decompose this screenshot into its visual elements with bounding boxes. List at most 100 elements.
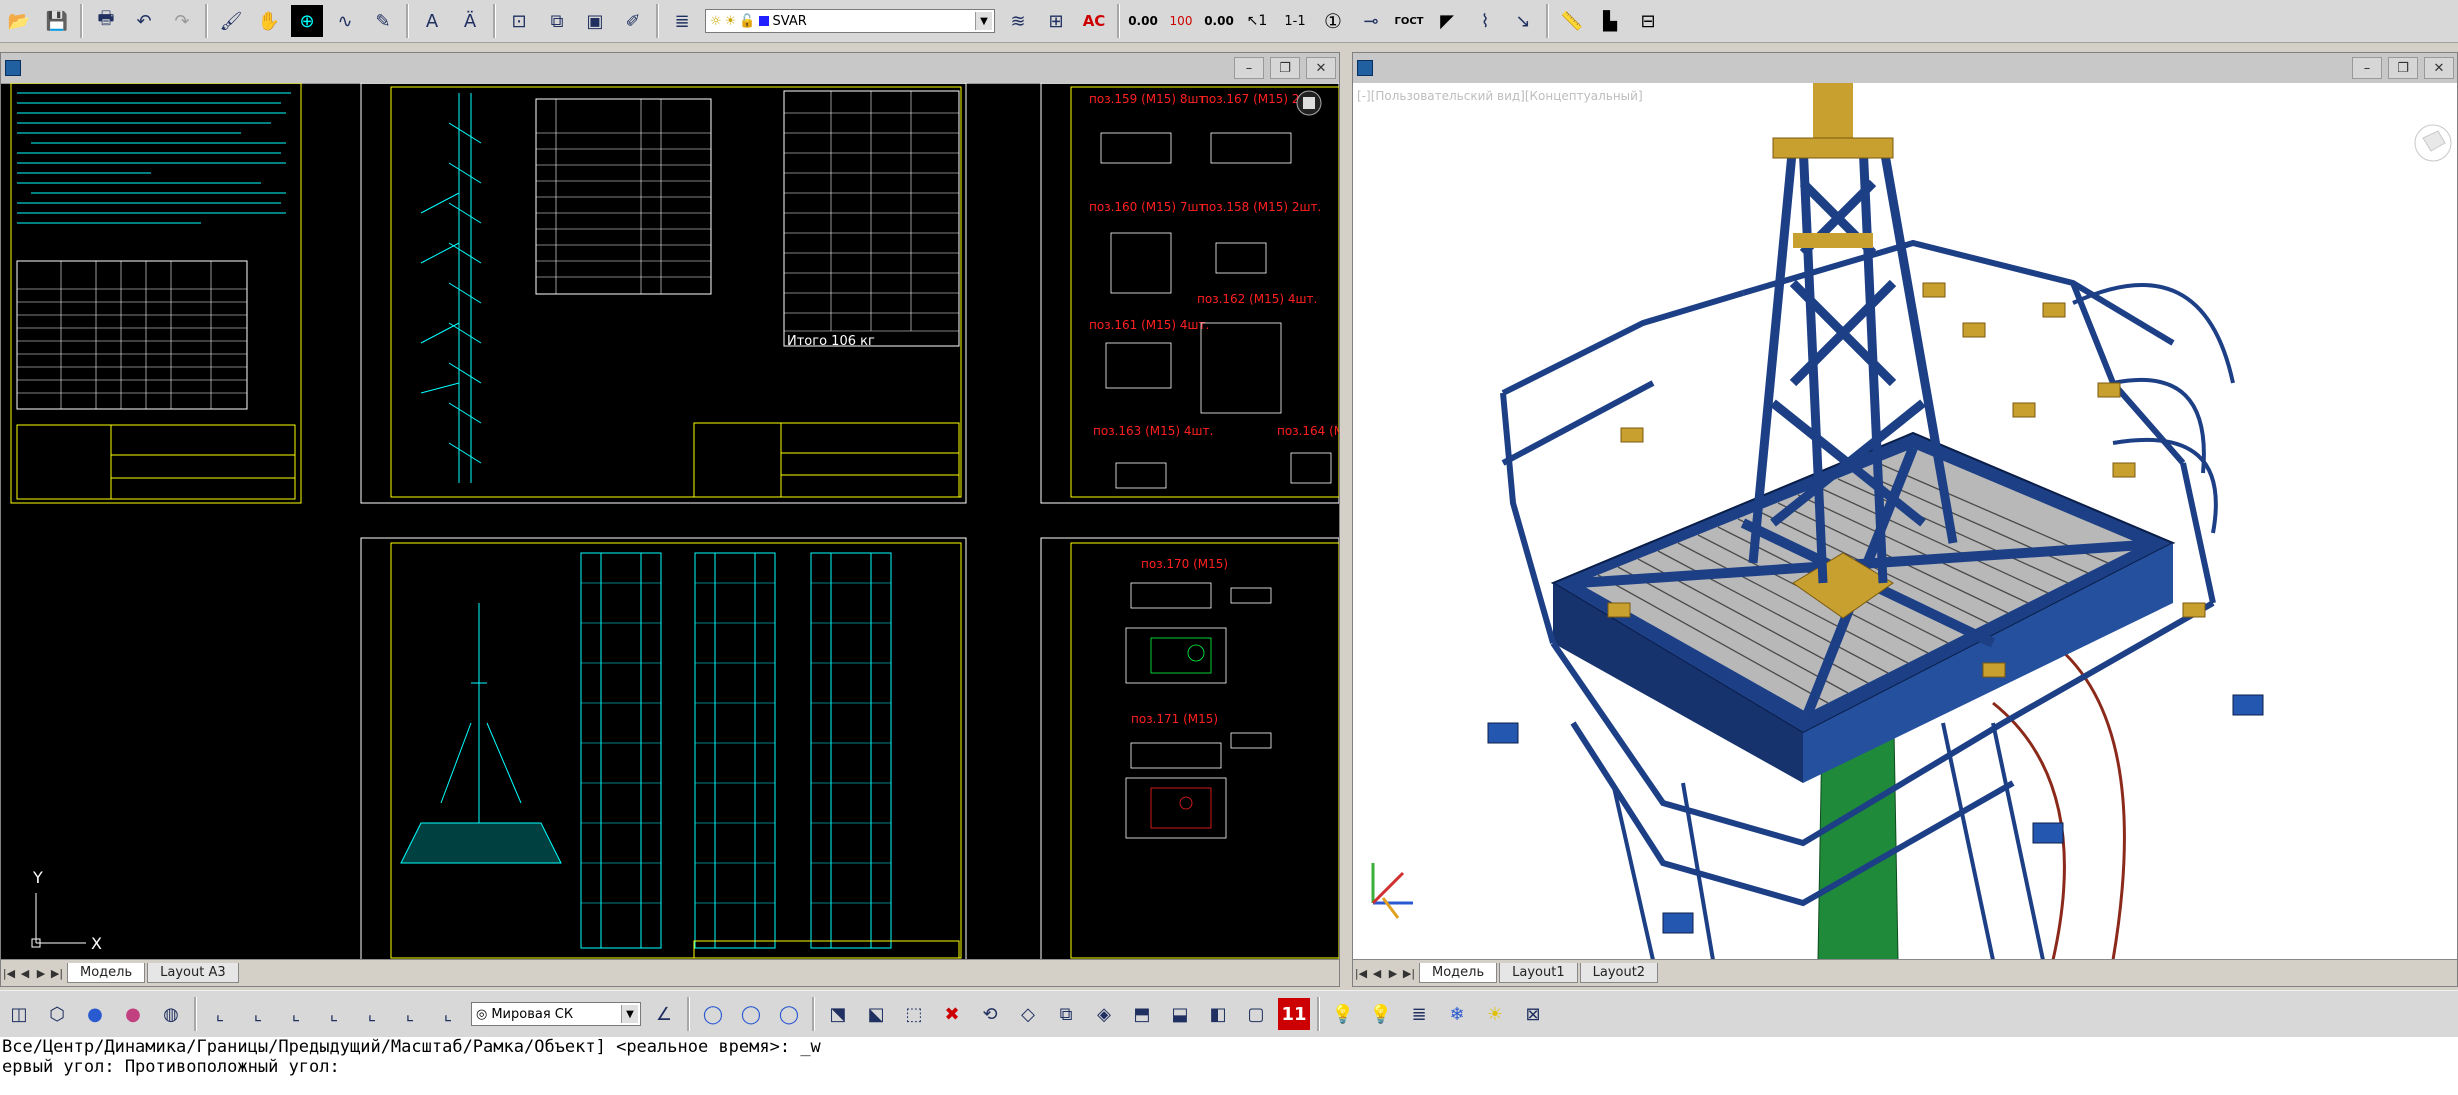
layer-isolate-icon[interactable]: ≣ bbox=[1403, 998, 1435, 1030]
table-icon[interactable]: ⊟ bbox=[1632, 5, 1664, 37]
viewport-controls-label[interactable]: [-][Пользовательский вид][Концептуальный… bbox=[1357, 89, 1643, 103]
delete-face-icon[interactable]: ✖ bbox=[936, 998, 968, 1030]
extrude-face-icon[interactable]: ⬔ bbox=[822, 998, 854, 1030]
close-button[interactable]: ✕ bbox=[1306, 57, 1336, 79]
edit-block-icon[interactable]: ✐ bbox=[617, 5, 649, 37]
match-properties-icon[interactable]: 🖌 bbox=[215, 5, 247, 37]
chevron-down-icon[interactable]: ▼ bbox=[975, 12, 992, 30]
pan-hand-icon[interactable]: ✋ bbox=[253, 5, 285, 37]
minimize-button[interactable]: – bbox=[2352, 57, 2382, 79]
intersect-icon[interactable]: ◯ bbox=[773, 998, 805, 1030]
pencil-icon[interactable]: ✎ bbox=[367, 5, 399, 37]
ucs-manager-icon[interactable]: ∠ bbox=[648, 998, 680, 1030]
dimension-value-icon[interactable]: 0.00 bbox=[1203, 5, 1235, 37]
ucs-origin-icon[interactable]: ⌞ bbox=[432, 998, 464, 1030]
save-icon[interactable]: 💾 bbox=[41, 5, 73, 37]
layer-match-icon[interactable]: ⊠ bbox=[1517, 998, 1549, 1030]
2d-wireframe-icon[interactable]: ◫ bbox=[3, 998, 35, 1030]
last-tab-icon[interactable]: ▶| bbox=[1401, 967, 1417, 980]
restore-button[interactable]: ❐ bbox=[2388, 57, 2418, 79]
layer-tools-icon[interactable]: ⊞ bbox=[1040, 5, 1072, 37]
gost-icon[interactable]: ГОСТ bbox=[1393, 5, 1425, 37]
shell-icon[interactable]: ▢ bbox=[1240, 998, 1272, 1030]
thaw-icon[interactable]: ☀ bbox=[1479, 998, 1511, 1030]
ucs-icon[interactable]: ⌞ bbox=[204, 998, 236, 1030]
subtract-icon[interactable]: ◯ bbox=[735, 998, 767, 1030]
check-icon[interactable]: 11 bbox=[1278, 998, 1310, 1030]
ucs-object-icon[interactable]: ⌞ bbox=[356, 998, 388, 1030]
layer-dropdown[interactable]: ☼ ☀ 🔓 SVAR ▼ bbox=[705, 9, 995, 33]
taper-face-icon[interactable]: ◇ bbox=[1012, 998, 1044, 1030]
lightbulb-on-icon[interactable]: 💡 bbox=[1365, 998, 1397, 1030]
move-face-icon[interactable]: ⬕ bbox=[860, 998, 892, 1030]
redo-icon[interactable]: ↷ bbox=[166, 5, 198, 37]
corner-icon[interactable]: ◤ bbox=[1431, 5, 1463, 37]
offset-face-icon[interactable]: ⬚ bbox=[898, 998, 930, 1030]
block-icon[interactable]: ⊡ bbox=[503, 5, 535, 37]
command-line[interactable]: Все/Центр/Динамика/Границы/Предыдущий/Ма… bbox=[0, 1037, 2458, 1095]
clean-icon[interactable]: ⬓ bbox=[1164, 998, 1196, 1030]
leader-icon[interactable]: ↖1 bbox=[1241, 5, 1273, 37]
freeze-icon[interactable]: ❄ bbox=[1441, 998, 1473, 1030]
ucs-face-icon[interactable]: ⌞ bbox=[318, 998, 350, 1030]
union-icon[interactable]: ◯ bbox=[697, 998, 729, 1030]
ucs-dropdown[interactable]: ◎ Мировая СК ▼ bbox=[471, 1002, 641, 1026]
undo-icon[interactable]: ↶ bbox=[128, 5, 160, 37]
sheet-notes bbox=[10, 83, 302, 504]
model-space-3d[interactable]: [-][Пользовательский вид][Концептуальный… bbox=[1353, 83, 2457, 960]
first-tab-icon[interactable]: |◀ bbox=[1, 967, 17, 980]
gouraud-shade-icon[interactable]: ● bbox=[117, 998, 149, 1030]
layer-states-icon[interactable]: ≋ bbox=[1002, 5, 1034, 37]
text-style-icon[interactable]: Ä bbox=[454, 5, 486, 37]
close-button[interactable]: ✕ bbox=[2424, 57, 2454, 79]
sheet-icon[interactable]: ▙ bbox=[1594, 5, 1626, 37]
command-history-line: Все/Центр/Динамика/Границы/Предыдущий/Ма… bbox=[2, 1037, 821, 1057]
separate-icon[interactable]: ◧ bbox=[1202, 998, 1234, 1030]
tab-layout2[interactable]: Layout2 bbox=[1579, 963, 1659, 983]
break-line-icon[interactable]: ⌇ bbox=[1469, 5, 1501, 37]
zoom-window-icon[interactable]: ⊕ bbox=[291, 5, 323, 37]
prev-tab-icon[interactable]: ◀ bbox=[17, 967, 33, 980]
next-tab-icon[interactable]: ▶ bbox=[1385, 967, 1401, 980]
rotate-face-icon[interactable]: ⟲ bbox=[974, 998, 1006, 1030]
copy-face-icon[interactable]: ⧉ bbox=[1050, 998, 1082, 1030]
chevron-down-icon[interactable]: ▼ bbox=[621, 1005, 638, 1023]
dimension-precision-icon[interactable]: 0.00 bbox=[1127, 5, 1159, 37]
open-folder-icon[interactable]: 📂 bbox=[3, 5, 35, 37]
ruler-icon[interactable]: 📏 bbox=[1556, 5, 1588, 37]
hidden-shade-icon[interactable]: ⬡ bbox=[41, 998, 73, 1030]
restore-button[interactable]: ❐ bbox=[1270, 57, 1300, 79]
last-tab-icon[interactable]: ▶| bbox=[49, 967, 65, 980]
minimize-button[interactable]: – bbox=[1234, 57, 1264, 79]
tab-layout-a3[interactable]: Layout A3 bbox=[147, 963, 239, 983]
arrow-line-icon[interactable]: ↘ bbox=[1507, 5, 1539, 37]
polyline-icon[interactable]: ∿ bbox=[329, 5, 361, 37]
layer-manager-icon[interactable]: ≣ bbox=[666, 5, 698, 37]
region-icon[interactable]: ▣ bbox=[579, 5, 611, 37]
spell-check-icon[interactable]: AC bbox=[1078, 5, 1110, 37]
model-space-2d[interactable]: Итого 106 кг поз.159 (М15) 8шт. поз.167 … bbox=[1, 83, 1339, 960]
flat-shade-icon[interactable]: ● bbox=[79, 998, 111, 1030]
prev-tab-icon[interactable]: ◀ bbox=[1369, 967, 1385, 980]
dimension-red-icon[interactable]: 100 bbox=[1165, 5, 1197, 37]
weld-icon[interactable]: ⊸ bbox=[1355, 5, 1387, 37]
section-mark-icon[interactable]: 1-1 bbox=[1279, 5, 1311, 37]
total-mass-label: Итого 106 кг bbox=[787, 334, 875, 349]
text-icon[interactable]: A bbox=[416, 5, 448, 37]
color-face-icon[interactable]: ◈ bbox=[1088, 998, 1120, 1030]
ucs-world-icon[interactable]: ⌞ bbox=[242, 998, 274, 1030]
tab-layout1[interactable]: Layout1 bbox=[1499, 963, 1578, 983]
bottom-toolbar: ◫ ⬡ ● ● ◍ ⌞ ⌞ ⌞ ⌞ ⌞ ⌞ ⌞ ◎ Мировая СК ▼ ∠… bbox=[0, 990, 2458, 1038]
imprint-icon[interactable]: ⬒ bbox=[1126, 998, 1158, 1030]
lightbulb-off-icon[interactable]: 💡 bbox=[1327, 998, 1359, 1030]
next-tab-icon[interactable]: ▶ bbox=[33, 967, 49, 980]
ucs-view-icon[interactable]: ⌞ bbox=[394, 998, 426, 1030]
ucs-previous-icon[interactable]: ⌞ bbox=[280, 998, 312, 1030]
layers-icon[interactable]: ⧉ bbox=[541, 5, 573, 37]
tab-model[interactable]: Модель bbox=[1419, 963, 1498, 983]
first-tab-icon[interactable]: |◀ bbox=[1353, 967, 1369, 980]
edges-shade-icon[interactable]: ◍ bbox=[155, 998, 187, 1030]
tab-model[interactable]: Модель bbox=[67, 963, 146, 983]
circle-number-icon[interactable]: ① bbox=[1317, 5, 1349, 37]
print-icon[interactable]: 🖶 bbox=[90, 5, 122, 37]
